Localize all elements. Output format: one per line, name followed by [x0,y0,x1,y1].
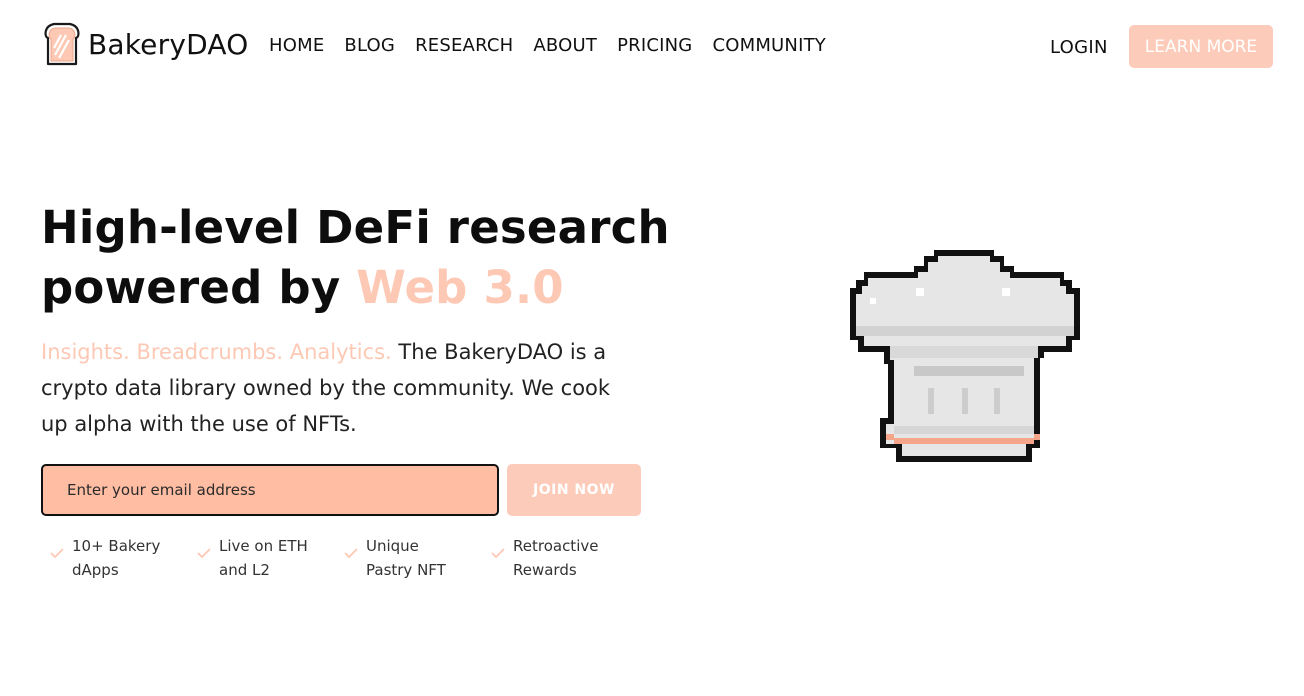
chef-hat-illustration [844,248,1086,464]
check-icon [491,548,507,558]
hero-tagline: Insights. Breadcrumbs. Analytics. [41,340,392,364]
hero-title-line2-prefix: powered by [41,261,357,314]
hero-title-line1: High-level DeFi research [41,201,670,254]
hero-title-accent: Web 3.0 [356,261,564,314]
feature-item: 10+ Bakery dApps [50,534,197,582]
feature-label: Live on ETH and L2 [219,537,308,579]
check-icon [197,548,213,558]
nav-about[interactable]: ABOUT [533,35,597,56]
check-icon [344,548,360,558]
feature-item: Live on ETH and L2 [197,534,344,582]
feature-label: Unique Pastry NFT [366,537,446,579]
login-link[interactable]: LOGIN [1050,37,1108,58]
landing-page: BakeryDAO HOME BLOG RESEARCH ABOUT PRICI… [0,0,1304,696]
check-icon [50,548,66,558]
feature-list: 10+ Bakery dApps Live on ETH and L2 Uniq… [50,534,638,582]
hero-description: Insights. Breadcrumbs. Analytics. The Ba… [41,334,641,442]
join-now-button[interactable]: JOIN NOW [507,464,641,516]
site-header: BakeryDAO HOME BLOG RESEARCH ABOUT PRICI… [0,0,1304,96]
feature-item: Unique Pastry NFT [344,534,491,582]
nav-pricing[interactable]: PRICING [617,35,692,56]
toast-icon [42,21,82,67]
brand-logo-link[interactable]: BakeryDAO [42,20,248,68]
chef-hat-icon [850,250,1080,462]
feature-label: Retroactive Rewards [513,537,599,579]
brand-name: BakeryDAO [88,27,249,61]
nav-blog[interactable]: BLOG [344,35,395,56]
main-nav: HOME BLOG RESEARCH ABOUT PRICING COMMUNI… [269,35,826,56]
hero-title: High-level DeFi research powered by Web … [41,198,681,318]
nav-research[interactable]: RESEARCH [415,35,513,56]
feature-label: 10+ Bakery dApps [72,537,161,579]
nav-home[interactable]: HOME [269,35,324,56]
nav-community[interactable]: COMMUNITY [712,35,826,56]
feature-item: Retroactive Rewards [491,534,638,582]
learn-more-button[interactable]: LEARN MORE [1129,25,1273,68]
email-input[interactable] [41,464,499,516]
